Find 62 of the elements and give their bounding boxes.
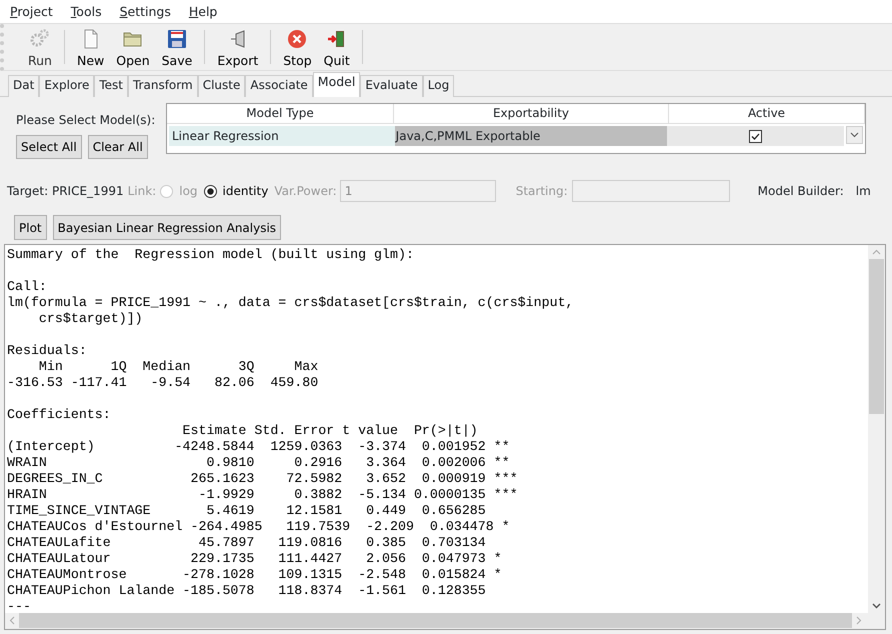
column-header: Exportability <box>394 104 669 123</box>
output-line: CHATEAULatour 229.1735 111.4427 2.056 0.047973 * <box>7 551 503 567</box>
output-line: -316.53 -117.41 -9.54 82.06 459.80 <box>7 375 320 391</box>
action-button[interactable]: Bayesian Linear Regression Analysis <box>52 215 282 240</box>
link-label: Link: <box>128 183 156 200</box>
output-line: --- <box>7 599 32 613</box>
toolbar-button[interactable]: Quit <box>318 26 356 71</box>
toolbar-button[interactable]: New <box>70 26 110 71</box>
radio-circle-icon <box>204 184 217 198</box>
output-line: Estimate Std. Error t value Pr(>|t|) <box>182 423 479 439</box>
toolbar-button[interactable]: Export <box>211 26 264 71</box>
output-line: crs$target)]) <box>38 311 144 327</box>
target-label: Target: PRICE_1991 <box>7 183 124 200</box>
tab[interactable]: Evaluate <box>360 75 423 97</box>
tab[interactable]: Test <box>94 75 128 97</box>
radio-circle-icon <box>160 184 174 198</box>
output-line: lm(formula = PRICE_1991 ~ ., data = crs$dataset[crs$train, c(crs$input, <box>7 295 575 311</box>
output-line: CHATEAUPichon Lalande -185.5078 118.8374 -1.561 0.128355 <box>7 583 487 599</box>
menu-item[interactable]: Tools <box>70 0 102 23</box>
select-button[interactable]: Clear All <box>88 135 148 159</box>
tab[interactable]: Transform <box>128 75 198 97</box>
table-cell: Linear Regression <box>169 126 395 146</box>
tab[interactable]: Dat <box>8 75 40 97</box>
output-line: Min 1Q Median 3Q Max <box>38 359 320 375</box>
output-line: (Intercept) -4248.5844 1259.0363 -3.374 0.001952 ** <box>7 439 511 455</box>
column-header: Active <box>669 104 865 123</box>
model-builder-value: lm <box>856 183 871 200</box>
tab[interactable]: Associate <box>245 75 313 97</box>
action-button[interactable]: Plot <box>14 215 47 240</box>
checkbox[interactable] <box>749 130 762 142</box>
select-button[interactable]: Select All <box>16 135 82 159</box>
stop-icon <box>286 28 308 50</box>
horizontal-scrollbar[interactable] <box>5 612 885 629</box>
menu-item[interactable]: Help <box>188 0 218 23</box>
output-line: WRAIN 0.9810 0.2916 3.364 0.002006 ** <box>7 455 511 471</box>
menu-item[interactable]: Project <box>10 0 53 23</box>
output-line: TIME_SINCE_VINTAGE 5.4619 12.1581 0.449 0.656285 <box>7 503 487 519</box>
prompt-label: Please Select Model(s): <box>16 112 156 129</box>
output-line: CHATEAULafite 45.7897 119.0816 0.385 0.703134 <box>7 535 487 551</box>
tab[interactable]: Explore <box>39 75 94 97</box>
starting-label: Starting: <box>516 183 568 200</box>
output-line: Call: <box>7 279 48 295</box>
table-cell: Java,C,PMML Exportable <box>394 126 668 146</box>
output-line: HRAIN -1.9929 0.3882 -5.134 0.0000135 *** <box>7 487 519 503</box>
vertical-scrollbar[interactable] <box>868 245 885 613</box>
model-builder-label: Model Builder: <box>758 183 844 200</box>
radio-option[interactable]: identity <box>204 182 268 200</box>
toolbar-button[interactable]: Stop <box>277 26 318 71</box>
tab[interactable]: Cluste <box>198 75 246 97</box>
output-line: Summary of the Regression model (built using glm): <box>7 247 415 263</box>
output-line: CHATEAUCos d'Estournel -264.4985 119.7539 -2.209 0.034478 * <box>7 519 511 535</box>
tab[interactable]: Model <box>312 72 360 97</box>
output-line: DEGREES_IN_C 265.1623 72.5982 3.652 0.000919 *** <box>7 471 519 487</box>
tab[interactable]: Log <box>422 75 454 97</box>
output-line: CHATEAUMontrose -278.1028 109.1315 -2.548 0.015824 * <box>7 567 503 583</box>
column-header: Model Type <box>167 104 394 123</box>
toolbar-button[interactable]: Open <box>110 26 156 71</box>
output-line: Residuals: <box>7 343 88 359</box>
output-line: Coefficients: <box>7 407 112 423</box>
toolbar-button[interactable]: Save <box>156 26 198 71</box>
var-power-label: Var.Power: <box>274 183 337 200</box>
menu-item[interactable]: Settings <box>120 0 171 23</box>
